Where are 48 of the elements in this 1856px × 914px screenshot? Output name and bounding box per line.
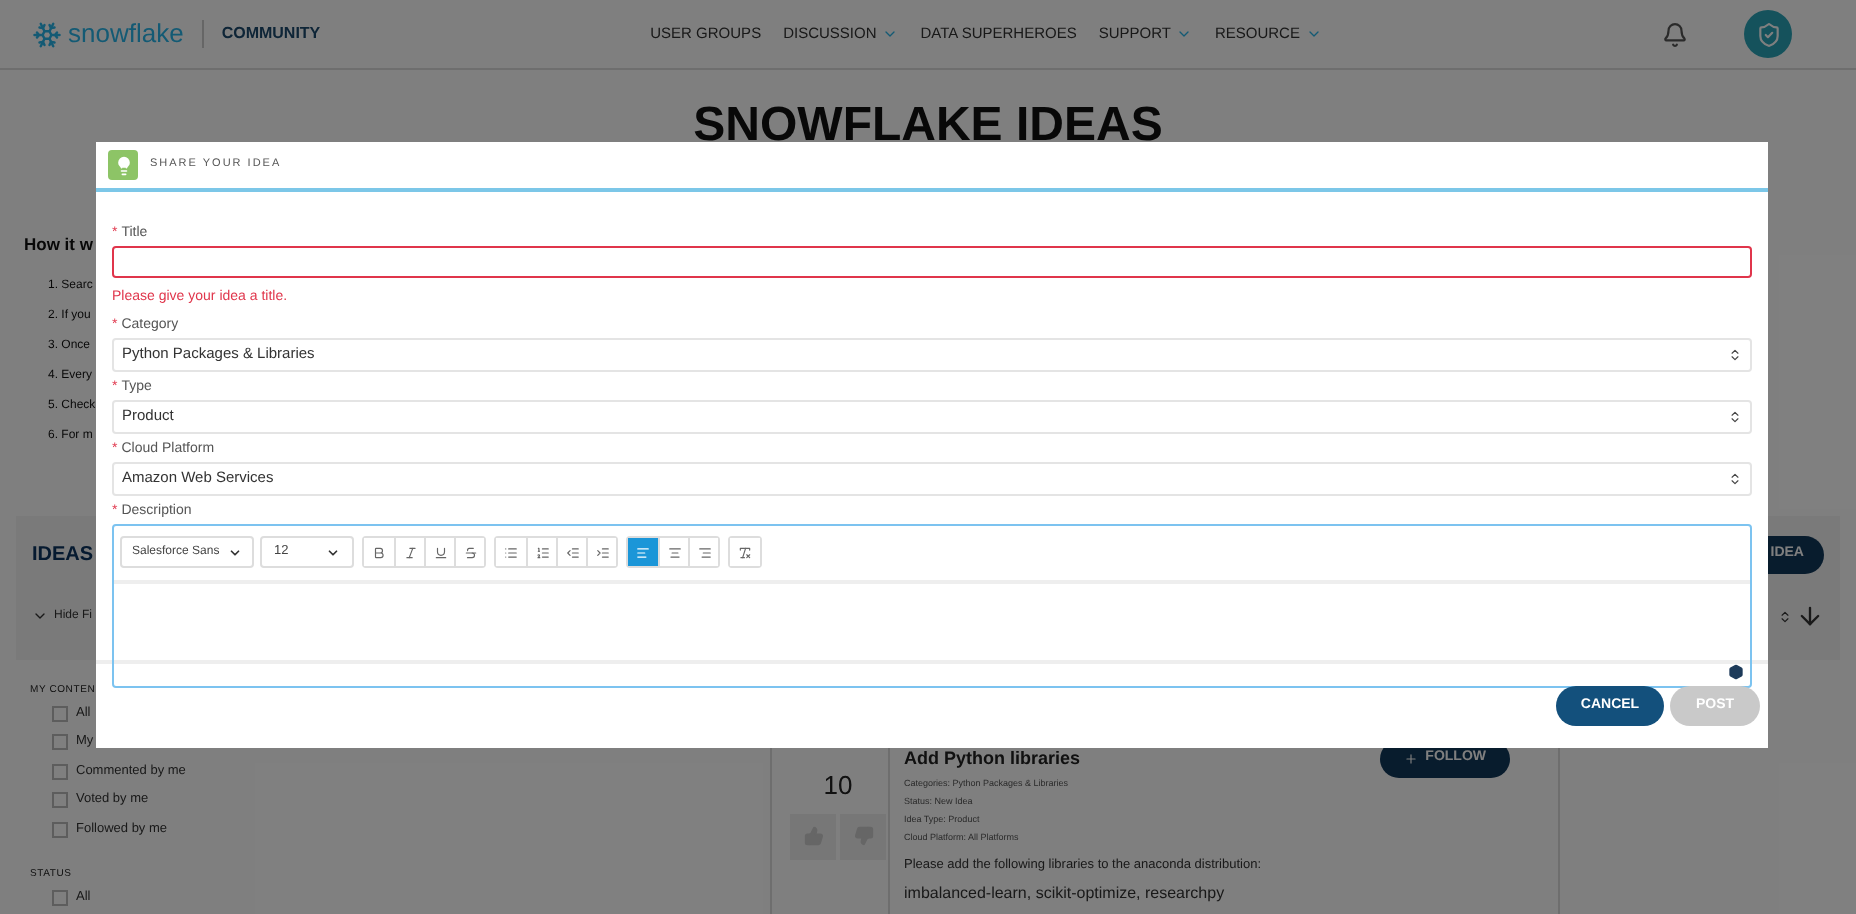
avatar[interactable] <box>1744 10 1792 58</box>
notification-icon[interactable] <box>1662 21 1688 47</box>
title-input[interactable] <box>112 246 1752 278</box>
strikethrough-icon <box>463 545 477 559</box>
ideas-heading: IDEAS <box>32 542 94 570</box>
page-title: SNOWFLAKE IDEAS <box>693 102 1163 156</box>
caret-icon <box>228 545 242 559</box>
checkbox[interactable] <box>52 763 68 780</box>
section-heading: How it w <box>24 232 93 258</box>
vote-count: 10 <box>823 768 853 804</box>
updown-icon <box>1728 471 1742 485</box>
checkbox[interactable] <box>52 889 68 906</box>
idea-description: imbalanced-learn, scikit-optimize, researchpy <box>904 882 1227 907</box>
chevron-icon <box>32 608 48 624</box>
chevron-icon <box>1305 26 1322 42</box>
updown-icon <box>1728 409 1742 423</box>
sort-select-icon[interactable] <box>1778 609 1792 623</box>
checkbox[interactable] <box>52 821 68 838</box>
caret-icon <box>326 545 340 559</box>
updown-icon <box>1728 347 1742 361</box>
align-right-icon <box>697 545 711 559</box>
snowflake-icon <box>32 19 62 49</box>
outdent-icon <box>565 545 579 559</box>
align-center-icon <box>667 545 681 559</box>
checkbox[interactable] <box>52 705 68 722</box>
align-left-icon <box>636 545 650 559</box>
bold-icon <box>372 545 386 559</box>
hexagon-icon <box>1728 663 1744 679</box>
toolbar-button[interactable] <box>688 538 718 566</box>
toolbar-button[interactable] <box>586 538 616 566</box>
toolbar-button[interactable] <box>628 538 658 566</box>
indent-icon <box>595 545 609 559</box>
italic-icon <box>403 545 417 559</box>
checkbox[interactable] <box>52 792 68 809</box>
chevron-icon <box>882 26 899 42</box>
underline-icon <box>433 545 447 559</box>
chevron-icon <box>1176 26 1193 42</box>
bullet-list-icon <box>504 545 518 559</box>
plus-icon <box>1403 752 1418 766</box>
numbered-list-icon <box>535 545 549 559</box>
toolbar-button[interactable] <box>454 538 484 566</box>
clear-format-icon <box>738 545 752 559</box>
idea-title[interactable]: Add Python libraries <box>904 746 1081 773</box>
shield-icon <box>1755 21 1781 47</box>
checkbox[interactable] <box>52 734 68 751</box>
community-label[interactable]: COMMUNITY <box>221 22 321 46</box>
downvote-button[interactable] <box>840 813 886 859</box>
upvote-button[interactable] <box>790 813 836 859</box>
